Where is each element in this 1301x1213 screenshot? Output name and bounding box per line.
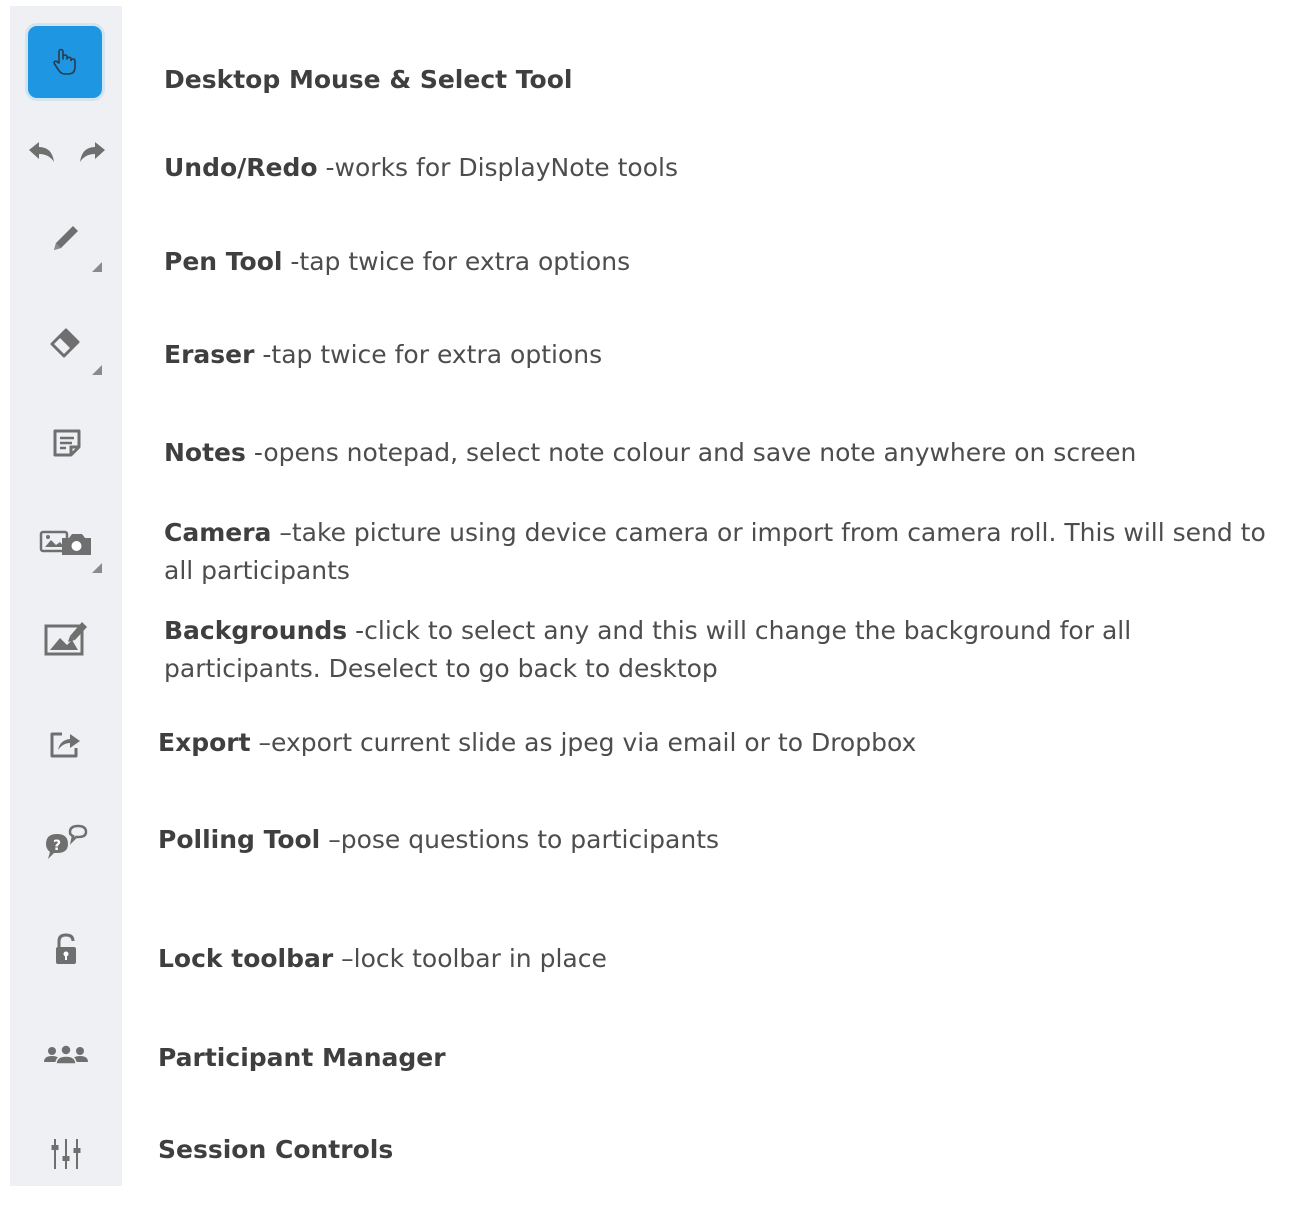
background-image-icon [42,616,90,660]
expand-caret-icon [92,365,102,375]
select-tool-button[interactable] [28,26,102,98]
hand-pointer-icon [48,45,82,79]
sliders-icon [47,1135,85,1173]
tool-label: Participant Manager [158,1043,446,1072]
tool-desc: -works for DisplayNote tools [317,153,678,182]
tool-desc-line2: all participants [164,556,350,585]
svg-text:?: ? [53,838,61,854]
undo-icon [25,140,59,170]
lock-toolbar-button[interactable] [50,930,82,970]
tool-description-export: Export –export current slide as jpeg via… [158,724,916,762]
eraser-icon [46,320,86,360]
tool-description-polling: Polling Tool –pose questions to particip… [158,821,719,859]
expand-caret-icon [92,262,102,272]
tool-description-camera: Camera –take picture using device camera… [164,514,1266,590]
tool-description-session: Session Controls [158,1131,393,1169]
vertical-toolbar [10,6,122,1186]
tool-description-backgrounds: Backgrounds -click to select any and thi… [164,612,1131,688]
tool-label: Polling Tool [158,825,321,854]
undo-button[interactable] [24,138,60,172]
tool-description-pen: Pen Tool -tap twice for extra options [164,243,630,281]
participant-manager-button[interactable] [40,1040,92,1072]
polling-tool-button[interactable]: ? [42,820,92,864]
session-controls-button[interactable] [46,1134,86,1174]
tool-label: Session Controls [158,1135,394,1164]
tool-desc: -opens notepad, select note colour and s… [245,438,1137,467]
tool-label: Lock toolbar [158,944,334,973]
participants-icon [40,1042,92,1070]
tool-description-notes: Notes -opens notepad, select note colour… [164,434,1136,472]
tool-label: Export [158,728,251,757]
backgrounds-tool-button[interactable] [42,616,90,660]
tool-desc: –pose questions to participants [320,825,720,854]
tool-desc: -tap twice for extra options [254,340,603,369]
expand-caret-icon [92,563,102,573]
tool-label: Undo/Redo [164,153,318,182]
tool-desc: –export current slide as jpeg via email … [250,728,917,757]
export-tool-button[interactable] [46,726,86,762]
pen-icon [46,218,86,258]
tool-desc: –take picture using device camera or imp… [271,518,1266,547]
camera-icon [38,524,94,560]
tool-label: Notes [164,438,246,467]
pen-tool-button[interactable] [44,216,88,260]
tool-desc-line2: participants. Deselect to go back to des… [164,654,718,683]
tool-label: Desktop Mouse & Select Tool [164,65,573,94]
tool-label: Eraser [164,340,255,369]
export-icon [48,728,84,760]
redo-icon [75,140,109,170]
tool-description-undo-redo: Undo/Redo -works for DisplayNote tools [164,149,678,187]
tool-description-eraser: Eraser -tap twice for extra options [164,336,602,374]
poll-question-icon: ? [42,820,92,864]
tool-description-lock: Lock toolbar –lock toolbar in place [158,940,607,978]
tool-desc: -tap twice for extra options [282,247,631,276]
redo-button[interactable] [74,138,110,172]
tool-label: Pen Tool [164,247,283,276]
camera-tool-button[interactable] [38,522,94,562]
note-icon [50,426,84,460]
notes-tool-button[interactable] [48,424,86,462]
tool-label: Camera [164,518,272,547]
unlock-icon [51,931,81,969]
tool-description-participants: Participant Manager [158,1039,446,1077]
tool-desc: –lock toolbar in place [333,944,607,973]
eraser-tool-button[interactable] [44,318,88,362]
tool-label: Backgrounds [164,616,348,645]
tool-desc: -click to select any and this will chang… [347,616,1132,645]
tool-description-select: Desktop Mouse & Select Tool [164,61,572,99]
